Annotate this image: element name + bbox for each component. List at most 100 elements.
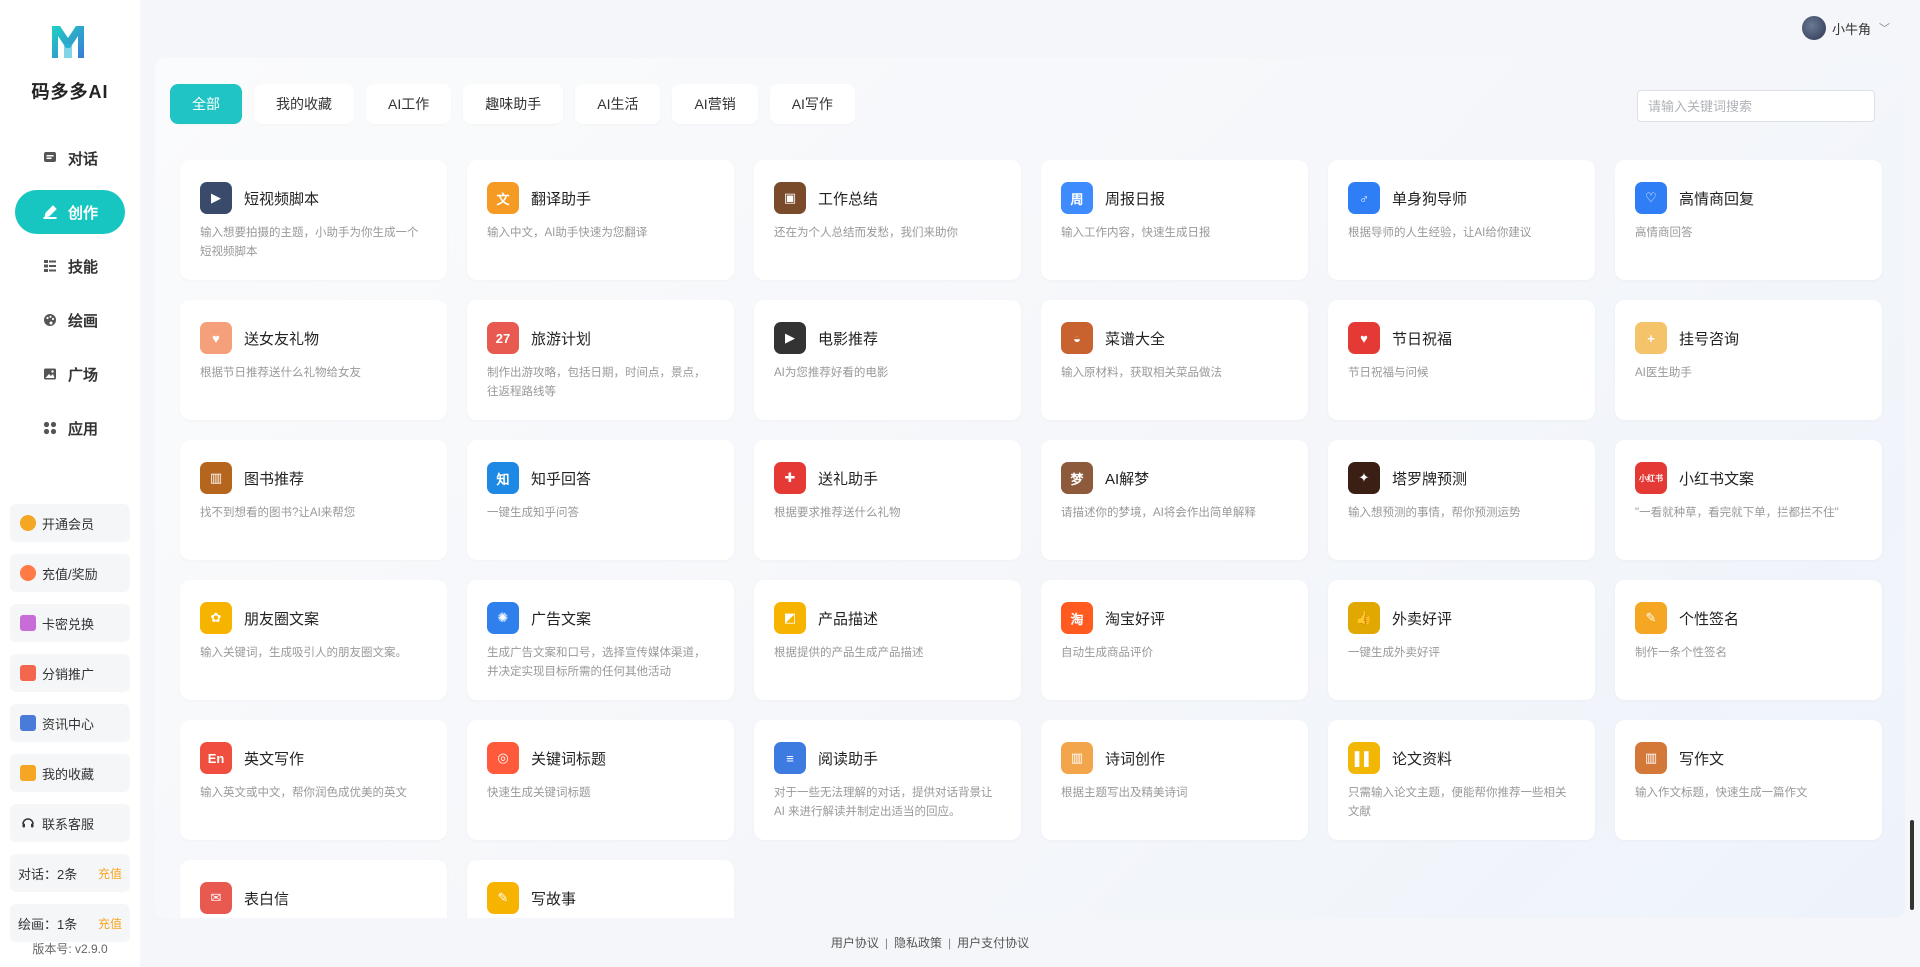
side-link-4[interactable]: 资讯中心 [10, 704, 130, 742]
app-card[interactable]: ✦ 塔罗牌预测 输入想预测的事情，帮你预测运势 [1328, 440, 1595, 560]
app-card[interactable]: ▶ 电影推荐 AI为您推荐好看的电影 [754, 300, 1021, 420]
mentor-icon: ♂ [1348, 182, 1380, 214]
side-link-3[interactable]: 分销推广 [10, 654, 130, 692]
side-link-2[interactable]: 卡密兑换 [10, 604, 130, 642]
card-description: 输入英文或中文，帮你润色成优美的英文 [200, 787, 407, 799]
search-input[interactable] [1637, 90, 1875, 122]
side-link-5[interactable]: 我的收藏 [10, 754, 130, 792]
nav-item-2[interactable]: 技能 [15, 244, 125, 288]
app-card[interactable]: 小红书 小红书文案 "一看就种草，看完就下单，拦都拦不住" [1615, 440, 1882, 560]
app-card[interactable]: ✎ 写故事 [467, 860, 734, 918]
app-card[interactable]: 文翻译助手 输入中文，AI助手快速为您翻译 [467, 160, 734, 280]
scrollbar[interactable] [1910, 820, 1914, 910]
side-link-1[interactable]: 充值/奖励 [10, 554, 130, 592]
card-description: 自动生成商品评价 [1061, 647, 1153, 659]
nav-item-3[interactable]: 绘画 [15, 298, 125, 342]
app-card[interactable]: ✚ 送礼助手 根据要求推荐送什么礼物 [754, 440, 1021, 560]
share-icon [20, 665, 36, 681]
app-card[interactable]: ✺ 广告文案 生成广告文案和口号，选择宣传媒体渠道，并决定实现目标所需的任何其他活动 [467, 580, 734, 700]
tab-6[interactable]: AI写作 [769, 84, 855, 124]
app-card[interactable]: ▥ 写作文 输入作文标题，快速生成一篇作文 [1615, 720, 1882, 840]
card-title: 写故事 [531, 890, 577, 908]
card-description: AI为您推荐好看的电影 [774, 367, 889, 379]
nav-item-5[interactable]: 应用 [15, 406, 125, 450]
card-title: 表白信 [244, 890, 290, 908]
tab-4[interactable]: AI生活 [575, 84, 661, 124]
card-description: 请描述你的梦境，AI将会作出简单解释 [1061, 507, 1256, 519]
card-title: 高情商回复 [1679, 190, 1755, 208]
user-menu[interactable]: 小牛角 ﹀ [1801, 16, 1890, 40]
app-card[interactable]: ▣ 工作总结 还在为个人总结而发愁，我们来助你 [754, 160, 1021, 280]
quota-label: 对话：2条 [18, 866, 78, 882]
recharge-link[interactable]: 充值 [98, 865, 122, 882]
tab-2[interactable]: AI工作 [366, 84, 452, 124]
card-title: 关键词标题 [531, 750, 607, 768]
card-title: 产品描述 [818, 610, 879, 628]
card-title: 写作文 [1679, 750, 1725, 768]
pencil-icon: ✎ [1635, 602, 1667, 634]
tab-3[interactable]: 趣味助手 [463, 84, 564, 124]
app-card[interactable]: En 英文写作 输入英文或中文，帮你润色成优美的英文 [180, 720, 447, 840]
app-card[interactable]: 👍 外卖好评 一键生成外卖好评 [1328, 580, 1595, 700]
app-card[interactable]: 知知乎回答 一键生成知乎问答 [467, 440, 734, 560]
footer-link[interactable]: 用户支付协议 [957, 934, 1029, 951]
card-title: 诗词创作 [1105, 750, 1166, 768]
side-link-label: 充值/奖励 [42, 566, 98, 582]
app-card[interactable]: 梦 AI解梦 请描述你的梦境，AI将会作出简单解释 [1041, 440, 1308, 560]
side-link-0[interactable]: 开通会员 [10, 504, 130, 542]
avatar [1801, 16, 1826, 40]
image-icon [42, 366, 58, 382]
app-card[interactable]: ✎ 个性签名 制作一条个性签名 [1615, 580, 1882, 700]
tab-5[interactable]: AI营销 [672, 84, 758, 124]
nav-item-0[interactable]: 对话 [15, 136, 125, 180]
card-title: 周报日报 [1105, 190, 1166, 208]
nav-item-4[interactable]: 广场 [15, 352, 125, 396]
nav-item-1[interactable]: 创作 [15, 190, 125, 234]
footer-separator: | [948, 935, 952, 950]
footer-link[interactable]: 用户协议 [831, 934, 879, 951]
app-card[interactable]: ◒ 菜谱大全 输入原材料，获取相关菜品做法 [1041, 300, 1308, 420]
card-description: 找不到想看的图书?让AI来帮您 [200, 507, 356, 519]
doctor-icon: + [1635, 322, 1667, 354]
app-card[interactable]: + 挂号咨询 AI医生助手 [1615, 300, 1882, 420]
app-card[interactable]: 淘淘宝好评 自动生成商品评价 [1041, 580, 1308, 700]
tab-0[interactable]: 全部 [170, 84, 242, 124]
card-title: 电影推荐 [818, 330, 879, 348]
tab-1[interactable]: 我的收藏 [254, 84, 354, 124]
card-title: 淘宝好评 [1105, 610, 1166, 628]
card-description: 输入作文标题，快速生成一篇作文 [1635, 787, 1808, 799]
quota-row: 绘画：1条 充值 [10, 904, 130, 942]
app-card[interactable]: 周周报日报 输入工作内容，快速生成日报 [1041, 160, 1308, 280]
app-card[interactable]: ▥ 图书推荐 找不到想看的图书?让AI来帮您 [180, 440, 447, 560]
couple-icon: ♥ [200, 322, 232, 354]
tarot-icon: ✦ [1348, 462, 1380, 494]
user-name: 小牛角 [1831, 21, 1871, 37]
app-card[interactable]: ▥ 诗词创作 根据主题写出及精美诗词 [1041, 720, 1308, 840]
brand-name: 码多多AI [31, 82, 109, 102]
app-card[interactable]: ♡ 高情商回复 高情商回答 [1615, 160, 1882, 280]
nav-item-label: 应用 [67, 420, 98, 438]
side-link-6[interactable]: 联系客服 [10, 804, 130, 842]
app-card[interactable]: ≡ 阅读助手 对于一些无法理解的对话，提供对话背景让 AI 来进行解读并制定出适当的… [754, 720, 1021, 840]
main-nav: 对话创作技能绘画广场应用 [15, 136, 125, 460]
app-card[interactable]: ▶ 短视频脚本 输入想要拍摄的主题，小助手为你生成一个短视频脚本 [180, 160, 447, 280]
app-card[interactable]: ✿ 朋友圈文案 输入关键词，生成吸引人的朋友圈文案。 [180, 580, 447, 700]
card-title: 知乎回答 [531, 470, 592, 488]
heart-chat-icon: ♡ [1635, 182, 1667, 214]
star-icon [20, 765, 36, 781]
app-card[interactable]: ♥ 送女友礼物 根据节日推荐送什么礼物给女友 [180, 300, 447, 420]
side-link-label: 联系客服 [42, 816, 95, 832]
app-card[interactable]: ◎ 关键词标题 快速生成关键词标题 [467, 720, 734, 840]
app-card[interactable]: ♥ 节日祝福 节日祝福与问候 [1328, 300, 1595, 420]
card-title: 个性签名 [1679, 610, 1740, 628]
lightbulb-icon: ✺ [487, 602, 519, 634]
sidebar: 码多多AI 对话创作技能绘画广场应用 开通会员充值/奖励卡密兑换分销推广资讯中心… [0, 0, 140, 967]
app-card[interactable]: ✉ 表白信 [180, 860, 447, 918]
footer-link[interactable]: 隐私政策 [894, 934, 942, 951]
gift-icon: ✚ [774, 462, 806, 494]
app-card[interactable]: 27 旅游计划 制作出游攻略，包括日期，时间点，景点，往返程路线等 [467, 300, 734, 420]
recharge-link[interactable]: 充值 [98, 915, 122, 932]
app-card[interactable]: ▌▌ 论文资料 只需输入论文主题，便能帮你推荐一些相关文献 [1328, 720, 1595, 840]
app-card[interactable]: ♂ 单身狗导师 根据导师的人生经验，让AI给你建议 [1328, 160, 1595, 280]
app-card[interactable]: ◩ 产品描述 根据提供的产品生成产品描述 [754, 580, 1021, 700]
